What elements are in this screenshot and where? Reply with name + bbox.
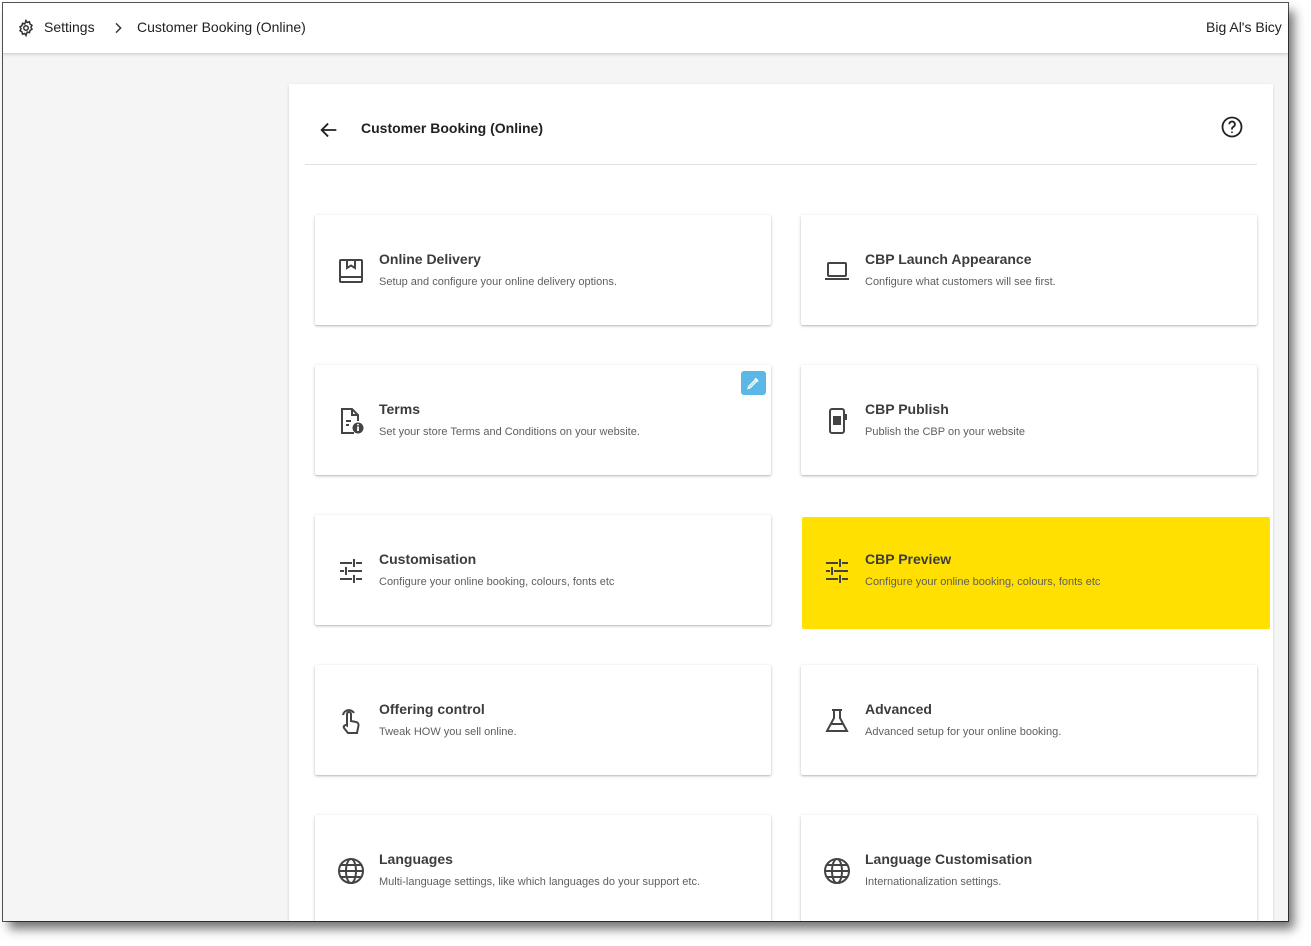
card-description: Configure your online booking, colours, …	[379, 576, 615, 588]
chevron-right-icon	[115, 22, 122, 34]
breadcrumb-current: Customer Booking (Online)	[137, 19, 306, 35]
card-cbp-publish[interactable]: CBP Publish Publish the CBP on your webs…	[801, 365, 1257, 475]
card-description: Set your store Terms and Conditions on y…	[379, 426, 640, 438]
edit-badge[interactable]	[741, 371, 766, 395]
globe-icon	[824, 858, 850, 884]
card-description: Publish the CBP on your website	[865, 426, 1025, 438]
card-description: Tweak HOW you sell online.	[379, 726, 517, 738]
tune-icon	[826, 559, 848, 583]
card-title: Language Customisation	[865, 851, 1033, 867]
card-description: Configure what customers will see first.	[865, 276, 1056, 288]
card-cbp-launch-appearance[interactable]: CBP Launch Appearance Configure what cus…	[801, 215, 1257, 325]
mobile-qr-icon	[829, 408, 847, 434]
store-name: Big Al's Bicy	[1206, 19, 1282, 35]
touch-icon	[342, 709, 360, 734]
card-title: Terms	[379, 401, 420, 417]
card-languages[interactable]: Languages Multi-language settings, like …	[315, 815, 771, 921]
card-description: Internationalization settings.	[865, 876, 1002, 888]
card-description: Configure your online booking, colours, …	[865, 576, 1101, 588]
card-offering-control[interactable]: Offering control Tweak HOW you sell onli…	[315, 665, 771, 775]
card-language-customisation[interactable]: Language Customisation Internationalizat…	[801, 815, 1257, 921]
card-title: CBP Preview	[865, 551, 952, 567]
document-info-icon	[341, 408, 364, 434]
gear-icon[interactable]	[17, 19, 35, 37]
top-bar: Settings Customer Booking (Online) Big A…	[3, 3, 1288, 54]
card-terms[interactable]: Terms Set your store Terms and Condition…	[315, 365, 771, 475]
globe-icon	[338, 858, 364, 884]
card-title: Online Delivery	[379, 251, 481, 267]
card-customisation[interactable]: Customisation Configure your online book…	[315, 515, 771, 625]
card-advanced[interactable]: Advanced Advanced setup for your online …	[801, 665, 1257, 775]
help-icon[interactable]	[1220, 115, 1244, 139]
settings-panel: Customer Booking (Online) Online Deliver…	[289, 84, 1273, 921]
page-title: Customer Booking (Online)	[361, 120, 543, 136]
laptop-icon	[825, 262, 849, 280]
card-title: Offering control	[379, 701, 485, 717]
delivery-box-icon	[339, 259, 363, 283]
card-title: Advanced	[865, 701, 932, 717]
back-arrow-icon[interactable]	[318, 119, 340, 141]
edit-badge-icon	[747, 377, 759, 390]
card-description: Advanced setup for your online booking.	[865, 726, 1062, 738]
card-title: Languages	[379, 851, 453, 867]
card-title: Customisation	[379, 551, 477, 567]
card-online-delivery[interactable]: Online Delivery Setup and configure your…	[315, 215, 771, 325]
card-title: CBP Launch Appearance	[865, 251, 1032, 267]
tune-icon	[340, 559, 362, 583]
breadcrumb-settings[interactable]: Settings	[44, 19, 95, 35]
card-title: CBP Publish	[865, 401, 949, 417]
card-cbp-preview[interactable]: CBP Preview Configure your online bookin…	[802, 517, 1270, 629]
header-divider	[305, 164, 1257, 165]
flask-icon	[825, 709, 849, 732]
card-description: Multi-language settings, like which lang…	[379, 876, 701, 888]
app-window: Settings Customer Booking (Online) Big A…	[3, 3, 1288, 921]
card-description: Setup and configure your online delivery…	[379, 276, 617, 288]
